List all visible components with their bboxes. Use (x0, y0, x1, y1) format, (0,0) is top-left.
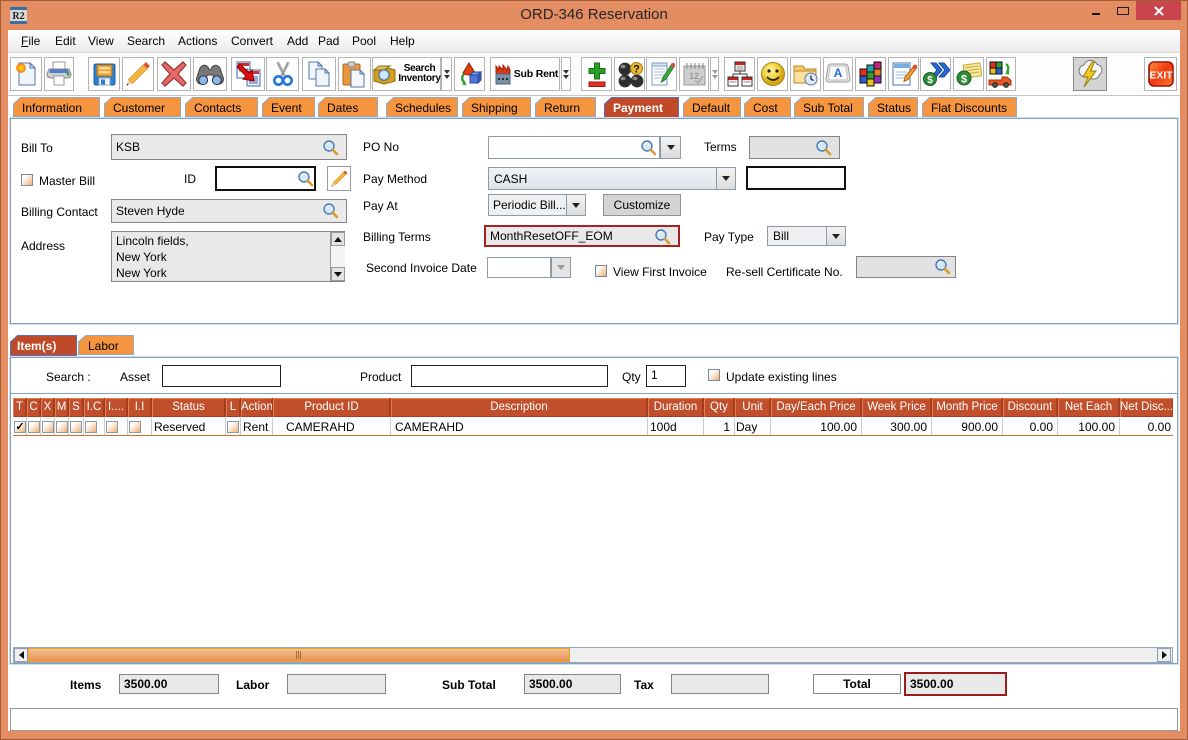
svg-text:12: 12 (688, 71, 698, 81)
svg-text:Labor: Labor (88, 339, 119, 353)
svg-text:Status: Status (877, 101, 911, 115)
svg-text:Schedules: Schedules (395, 101, 451, 115)
svg-text:A: A (834, 66, 843, 80)
svg-text:Information: Information (22, 101, 82, 115)
svg-text:Cost: Cost (753, 101, 778, 115)
svg-text:Event: Event (271, 101, 302, 115)
svg-text:Return: Return (544, 101, 580, 115)
svg-text:Default: Default (692, 101, 731, 115)
svg-text:Shipping: Shipping (471, 101, 518, 115)
svg-text:$: $ (927, 75, 933, 86)
svg-text:Payment: Payment (613, 101, 663, 115)
svg-text:EXIT: EXIT (1149, 70, 1173, 82)
svg-text:Item(s): Item(s) (17, 339, 56, 353)
svg-text:?: ? (633, 64, 640, 76)
svg-text:Contacts: Contacts (194, 101, 241, 115)
svg-text:Flat Discounts: Flat Discounts (931, 101, 1007, 115)
svg-text:Customer: Customer (113, 101, 165, 115)
svg-text:Dates: Dates (327, 101, 358, 115)
svg-text:$: $ (960, 74, 966, 86)
svg-text:Sub Total: Sub Total (803, 101, 853, 115)
